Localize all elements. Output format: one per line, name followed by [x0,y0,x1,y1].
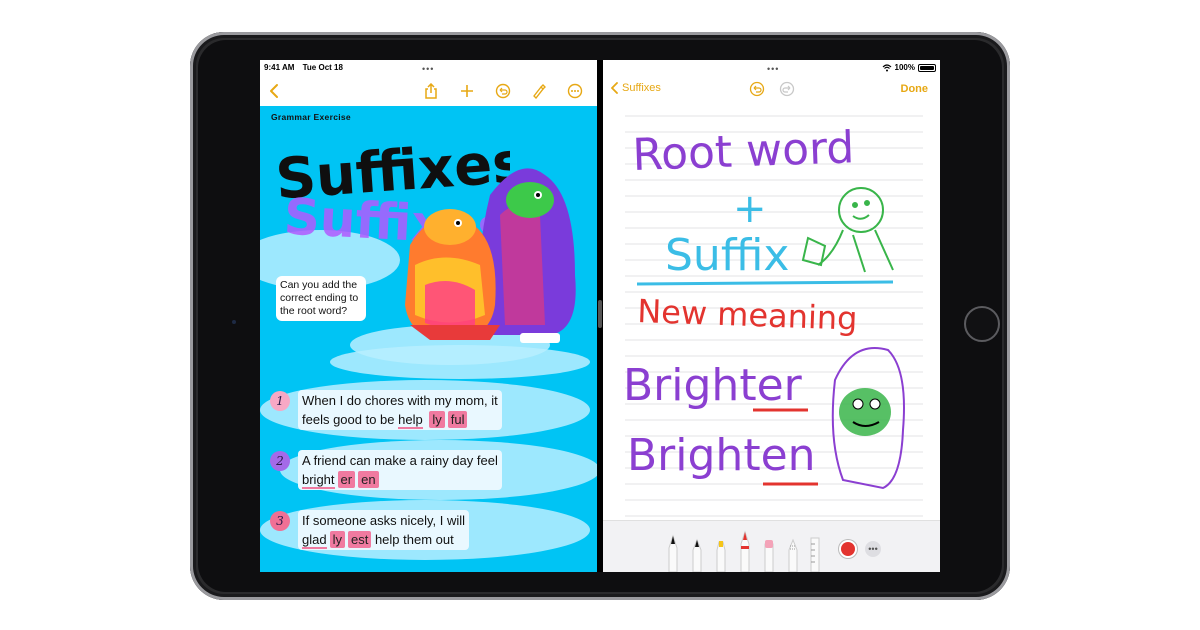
markup-pen-icon[interactable] [528,80,550,102]
undo-icon[interactable] [492,80,514,102]
suffix-option-chip[interactable]: ful [447,411,468,428]
root-word: glad [302,532,327,549]
status-bar-left: 9:41 AM Tue Oct 18 [264,63,349,72]
handwriting-plus: + [733,186,767,232]
share-icon[interactable] [420,80,442,102]
exercise-sentence: When I do chores with my mom, it feels g… [298,390,502,430]
front-camera [232,320,236,324]
suffix-option-chip[interactable]: en [358,471,379,488]
suffix-option-chip[interactable]: er [337,471,356,488]
exercise-line2-suffix: help them out [374,532,454,547]
more-tools-icon[interactable]: ••• [865,541,881,557]
handwriting-underline [636,280,894,286]
turtle-doodle [801,187,894,273]
exercise-number: 1 [270,391,290,411]
right-app-pane[interactable]: ••• 100% Suffixes Done Root word + Suffi… [603,60,940,572]
left-toolbar [260,80,597,104]
pencil-tool-palette: ••• [603,520,940,572]
pencil-tool-icon[interactable] [739,530,751,572]
exercise-sentence: A friend can make a rainy day feel brigh… [298,450,502,490]
status-time: 9:41 AM [264,63,295,72]
exercise-line1: A friend can make a rainy day feel [302,453,498,468]
monster-doodle [831,347,905,490]
exercise-number: 3 [270,511,290,531]
root-word: bright [302,472,335,489]
add-icon[interactable] [456,80,478,102]
handwriting-brighten: Brighten [627,430,816,481]
more-options-icon[interactable] [564,80,586,102]
cloud-decoration [330,345,590,379]
eraser-tool-icon[interactable] [763,538,775,572]
monoline-tool-icon[interactable] [691,538,703,572]
suffix-option-chip[interactable]: ly [429,411,445,428]
ruler-tool-icon[interactable] [809,536,821,572]
handwriting-brighter: Brighter [623,360,803,411]
exercise-item-1: 1 When I do chores with my mom, it feels… [270,390,580,430]
home-button[interactable] [964,306,1000,342]
handwriting-root-word: Root word [632,122,855,181]
left-app-pane[interactable]: 9:41 AM Tue Oct 18 ••• Grammar Exercise … [260,60,597,572]
split-view-handle[interactable] [598,300,602,328]
exercise-number: 2 [270,451,290,471]
character-illustration [405,168,576,343]
handwriting-suffix: Suffix [665,230,789,281]
suffix-option-chip[interactable]: est [347,531,372,548]
status-date: Tue Oct 18 [302,63,343,72]
exercise-line1: When I do chores with my mom, it [302,393,498,408]
left-header: 9:41 AM Tue Oct 18 ••• [260,60,597,106]
color-picker-swatch[interactable] [841,542,855,556]
lasso-tool-icon[interactable] [787,538,799,572]
root-word: help [398,412,423,429]
exercise-sentence: If someone asks nicely, I will glad ly est… [298,510,470,550]
handwritten-notes[interactable]: Root word + Suffix New meaning Brighter … [603,60,940,520]
suffix-option-chip[interactable]: ly [329,531,345,548]
multitasking-dots-icon[interactable]: ••• [422,64,434,74]
exercise-line2-prefix: feels good to be [302,412,399,427]
ipad-screen: 9:41 AM Tue Oct 18 ••• Grammar Exercise … [260,60,940,572]
back-chevron-icon[interactable] [264,80,286,102]
handwriting-new-meaning: New meaning [637,292,858,338]
exercise-item-2: 2 A friend can make a rainy day feel bri… [270,450,580,490]
exercise-line1: If someone asks nicely, I will [302,513,466,528]
exercise-item-3: 3 If someone asks nicely, I will glad ly e… [270,510,580,550]
question-text: Can you add the correct ending to the ro… [276,276,366,321]
highlighter-tool-icon[interactable] [715,538,727,572]
pen-tool-icon[interactable] [667,534,679,572]
